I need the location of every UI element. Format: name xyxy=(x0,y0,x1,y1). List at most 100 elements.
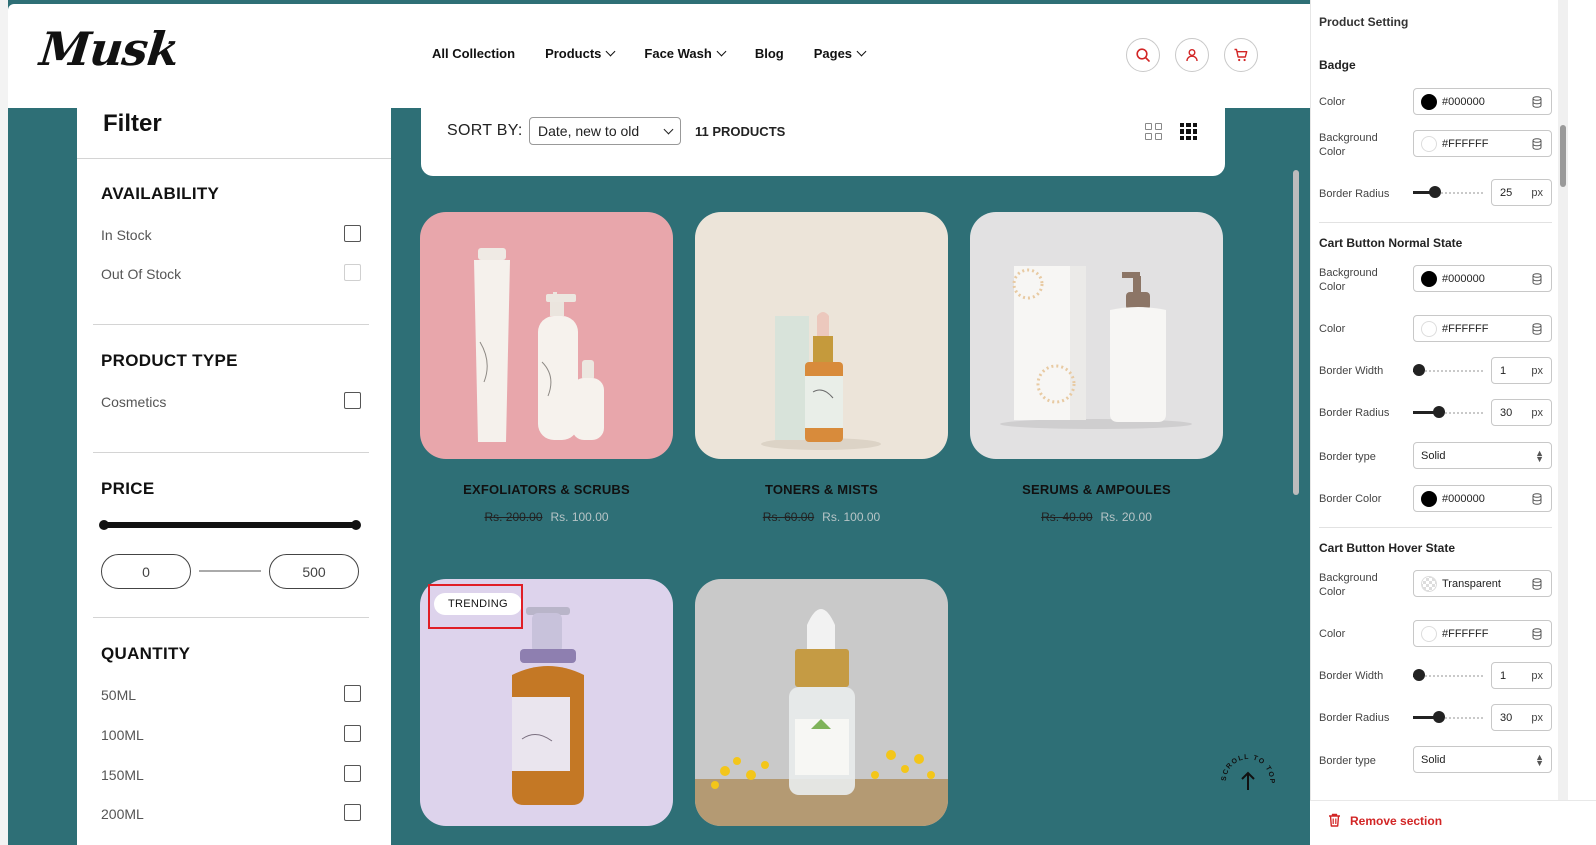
trending-badge: TRENDING xyxy=(434,593,522,615)
product-image[interactable]: TRENDING xyxy=(420,579,673,826)
color-swatch[interactable] xyxy=(1421,93,1437,110)
panel-scrollbar-thumb[interactable] xyxy=(1560,125,1566,187)
grid-three-column-icon[interactable] xyxy=(1180,123,1197,140)
cart-hover-color-label: Color xyxy=(1319,628,1346,640)
price-max-handle[interactable] xyxy=(351,520,361,530)
cart-hover-type-select[interactable]: Solid ▲ ▼ xyxy=(1413,746,1552,773)
database-icon[interactable] xyxy=(1532,628,1542,640)
filter-option-200ml[interactable]: 200ML xyxy=(101,804,361,822)
in-stock-checkbox[interactable] xyxy=(344,225,361,242)
badge-radius-input[interactable]: 25 px xyxy=(1491,179,1552,206)
color-value: #000000 xyxy=(1442,95,1485,108)
nav-all-collection[interactable]: All Collection xyxy=(432,46,515,61)
product-title[interactable]: EXFOLIATORS & SCRUBS xyxy=(420,482,673,497)
search-icon xyxy=(1136,48,1150,62)
color-swatch[interactable] xyxy=(1421,270,1437,287)
chevron-down-icon xyxy=(605,46,616,57)
cart-hover-radius-input[interactable]: 30 px xyxy=(1491,704,1552,731)
database-icon[interactable] xyxy=(1532,96,1542,108)
slider-handle[interactable] xyxy=(1429,186,1441,198)
cart-normal-radius-input[interactable]: 30 px xyxy=(1491,399,1552,426)
cart-hover-bg-field[interactable]: Transparent xyxy=(1413,570,1552,597)
product-title[interactable]: SERUMS & AMPOULES xyxy=(970,482,1223,497)
badge-radius-slider[interactable] xyxy=(1413,186,1485,198)
main-nav: All Collection Products Face Wash Blog P… xyxy=(432,46,867,61)
quantity-checkbox[interactable] xyxy=(344,804,361,821)
collection-toolbar: SORT BY: Date, new to old 11 PRODUCTS xyxy=(421,86,1225,176)
filter-option-50ml[interactable]: 50ML xyxy=(101,685,361,703)
grid-two-column-icon[interactable] xyxy=(1145,123,1162,140)
slider-handle[interactable] xyxy=(1433,406,1445,418)
cart-button[interactable] xyxy=(1224,38,1258,72)
price-max-input[interactable]: 500 xyxy=(269,554,359,589)
color-swatch[interactable] xyxy=(1421,490,1437,507)
cart-hover-color-field[interactable]: #FFFFFF xyxy=(1413,620,1552,647)
database-icon[interactable] xyxy=(1532,323,1542,335)
product-card[interactable]: TRENDING xyxy=(420,579,673,826)
slider-handle[interactable] xyxy=(1413,364,1425,376)
cart-normal-width-input[interactable]: 1 px xyxy=(1491,357,1552,384)
cart-normal-width-slider[interactable] xyxy=(1413,364,1485,376)
cart-normal-radius-slider[interactable] xyxy=(1413,406,1485,418)
unit-label: px xyxy=(1531,364,1543,377)
cart-normal-bg-field[interactable]: #000000 xyxy=(1413,265,1552,292)
nav-pages[interactable]: Pages xyxy=(814,46,867,61)
price-min-input[interactable]: 0 xyxy=(101,554,191,589)
price-min-handle[interactable] xyxy=(99,520,109,530)
cart-hover-width-slider[interactable] xyxy=(1413,669,1485,681)
cart-normal-color-field[interactable]: #FFFFFF xyxy=(1413,315,1552,342)
nav-face-wash[interactable]: Face Wash xyxy=(644,46,727,61)
color-swatch[interactable] xyxy=(1421,135,1437,152)
quantity-checkbox[interactable] xyxy=(344,685,361,702)
cart-normal-border-color-field[interactable]: #000000 xyxy=(1413,485,1552,512)
filter-option-in-stock[interactable]: In Stock xyxy=(101,225,361,243)
scroll-to-top-button[interactable]: SCROLL TO TOP xyxy=(1219,752,1277,810)
cart-normal-type-select[interactable]: Solid ▲ ▼ xyxy=(1413,442,1552,469)
product-image[interactable] xyxy=(695,579,948,826)
product-photo-box-and-bottle xyxy=(1000,266,1192,429)
sort-select[interactable]: Date, new to old xyxy=(529,117,681,145)
database-icon[interactable] xyxy=(1532,138,1542,150)
account-button[interactable] xyxy=(1175,38,1209,72)
store-logo[interactable]: Musk xyxy=(37,22,181,76)
cart-hover-radius-label: Border Radius xyxy=(1319,712,1390,724)
product-image[interactable] xyxy=(695,212,948,459)
slider-handle[interactable] xyxy=(1413,669,1425,681)
database-icon[interactable] xyxy=(1532,578,1542,590)
search-button[interactable] xyxy=(1126,38,1160,72)
badge-bg-field[interactable]: #FFFFFF xyxy=(1413,130,1552,157)
product-card[interactable]: TONERS & MISTS Rs. 60.00 Rs. 100.00 xyxy=(695,212,948,524)
panel-scrollbar[interactable] xyxy=(1558,0,1568,800)
product-card[interactable] xyxy=(695,579,948,826)
product-image[interactable] xyxy=(970,212,1223,459)
nav-products[interactable]: Products xyxy=(545,46,616,61)
cart-hover-radius-slider[interactable] xyxy=(1413,711,1485,723)
transparent-swatch[interactable] xyxy=(1421,575,1437,592)
quantity-checkbox[interactable] xyxy=(344,765,361,782)
price-range-slider[interactable] xyxy=(99,520,361,530)
filter-option-out-of-stock[interactable]: Out Of Stock xyxy=(101,264,361,282)
badge-color-field[interactable]: #000000 xyxy=(1413,88,1552,115)
cosmetics-checkbox[interactable] xyxy=(344,392,361,409)
out-of-stock-checkbox[interactable] xyxy=(344,264,361,281)
cart-hover-width-input[interactable]: 1 px xyxy=(1491,662,1552,689)
database-icon[interactable] xyxy=(1532,273,1542,285)
chevron-down-icon xyxy=(856,46,867,57)
product-card[interactable]: SERUMS & AMPOULES Rs. 40.00 Rs. 20.00 xyxy=(970,212,1223,524)
filter-option-150ml[interactable]: 150ML xyxy=(101,765,361,783)
filter-option-cosmetics[interactable]: Cosmetics xyxy=(101,392,361,410)
remove-section-button[interactable]: Remove section xyxy=(1310,800,1596,845)
product-card[interactable]: EXFOLIATORS & SCRUBS Rs. 200.00 Rs. 100.0… xyxy=(420,212,673,524)
database-icon[interactable] xyxy=(1532,493,1542,505)
trash-icon xyxy=(1329,813,1340,827)
nav-blog[interactable]: Blog xyxy=(755,46,784,61)
product-image[interactable] xyxy=(420,212,673,459)
color-swatch[interactable] xyxy=(1421,320,1437,337)
availability-heading: AVAILABILITY xyxy=(101,184,220,203)
filter-option-100ml[interactable]: 100ML xyxy=(101,725,361,743)
quantity-checkbox[interactable] xyxy=(344,725,361,742)
color-swatch[interactable] xyxy=(1421,625,1437,642)
canvas-scrollbar-thumb[interactable] xyxy=(1293,170,1299,495)
slider-handle[interactable] xyxy=(1433,711,1445,723)
product-title[interactable]: TONERS & MISTS xyxy=(695,482,948,497)
